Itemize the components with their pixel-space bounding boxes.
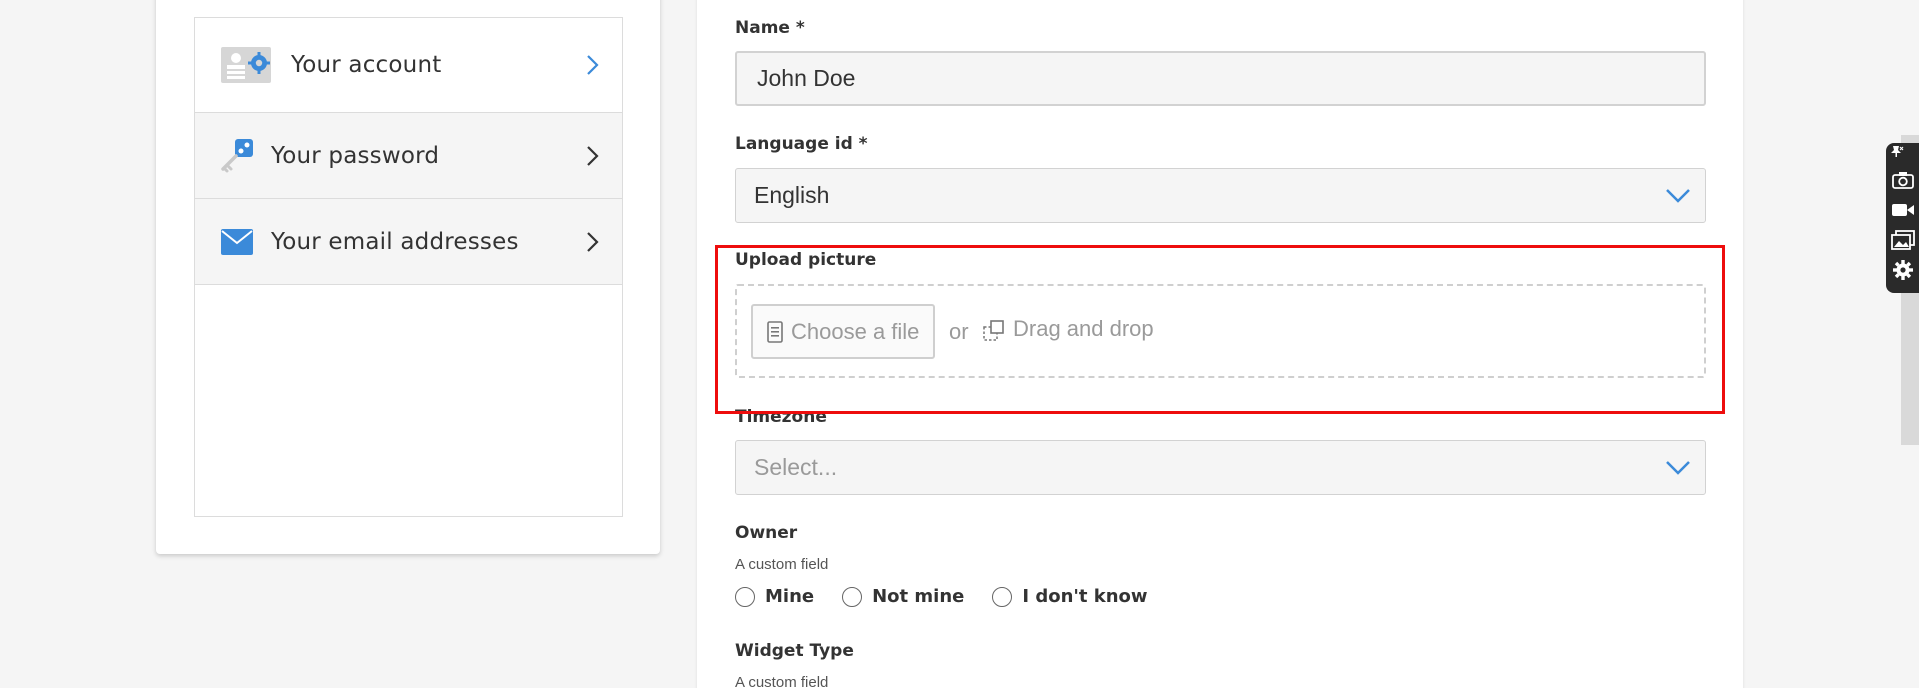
- pin-icon[interactable]: [1890, 145, 1904, 157]
- choose-file-label: Choose a file: [791, 318, 920, 344]
- chevron-right-icon: [586, 231, 600, 253]
- upload-dropzone[interactable]: Choose a file or Drag and drop: [735, 284, 1706, 378]
- owner-helper-text: A custom field: [735, 556, 829, 573]
- drag-and-drop-label: Drag and drop: [1013, 316, 1154, 341]
- owner-option-not-mine[interactable]: Not mine: [842, 586, 964, 607]
- choose-file-button[interactable]: Choose a file: [751, 304, 935, 359]
- envelope-icon: [221, 228, 253, 255]
- drag-drop-icon: [983, 320, 1005, 342]
- account-settings-icon: [221, 45, 271, 85]
- upload-picture-label: Upload picture: [735, 250, 877, 270]
- or-label: or: [949, 319, 969, 344]
- menu-item-account[interactable]: Your account: [195, 18, 622, 113]
- language-label: Language id *: [735, 134, 868, 154]
- radio-circle[interactable]: [992, 586, 1013, 607]
- owner-option-label: Mine: [765, 586, 815, 607]
- drag-and-drop-area[interactable]: Drag and drop: [983, 316, 1154, 342]
- owner-option-label: I don't know: [1022, 586, 1148, 607]
- key-icon: [221, 138, 255, 174]
- owner-option-label: Not mine: [872, 586, 965, 607]
- account-menu: Your account Your password Your email ad…: [194, 17, 623, 517]
- camera-icon[interactable]: [1890, 165, 1916, 195]
- capture-toolbar: [1886, 143, 1919, 293]
- owner-option-dont-know[interactable]: I don't know: [992, 586, 1148, 607]
- language-select[interactable]: English: [735, 168, 1706, 223]
- chevron-right-icon: [586, 145, 600, 167]
- menu-item-email-label: Your email addresses: [271, 228, 519, 255]
- timezone-label: Timezone: [735, 407, 827, 427]
- menu-item-password-label: Your password: [271, 142, 440, 169]
- video-icon[interactable]: [1890, 195, 1916, 225]
- radio-circle[interactable]: [735, 586, 755, 607]
- account-nav-card: Your account Your password Your email ad…: [156, 0, 660, 554]
- chevron-right-icon: [586, 54, 600, 76]
- menu-item-account-label: Your account: [291, 52, 442, 78]
- timezone-placeholder: Select...: [754, 454, 838, 480]
- image-icon[interactable]: [1890, 225, 1916, 255]
- name-input[interactable]: John Doe: [735, 51, 1706, 106]
- gear-icon[interactable]: [1890, 255, 1916, 285]
- owner-option-mine[interactable]: Mine: [735, 586, 814, 607]
- owner-radio-group: Mine Not mine I don't know: [735, 586, 1176, 607]
- timezone-select[interactable]: Select...: [735, 440, 1706, 495]
- profile-form-card: Name * John Doe Language id * English Up…: [697, 0, 1743, 688]
- document-icon: [767, 320, 783, 343]
- menu-item-email[interactable]: Your email addresses: [195, 199, 622, 285]
- language-select-value: English: [754, 182, 830, 208]
- menu-item-password[interactable]: Your password: [195, 113, 622, 199]
- widget-type-label: Widget Type: [735, 641, 854, 661]
- chevron-down-icon: [1665, 188, 1691, 204]
- widget-type-helper-text: A custom field: [735, 674, 829, 688]
- chevron-down-icon: [1665, 460, 1691, 476]
- name-label: Name *: [735, 18, 805, 38]
- owner-label: Owner: [735, 523, 798, 543]
- radio-circle[interactable]: [842, 586, 863, 607]
